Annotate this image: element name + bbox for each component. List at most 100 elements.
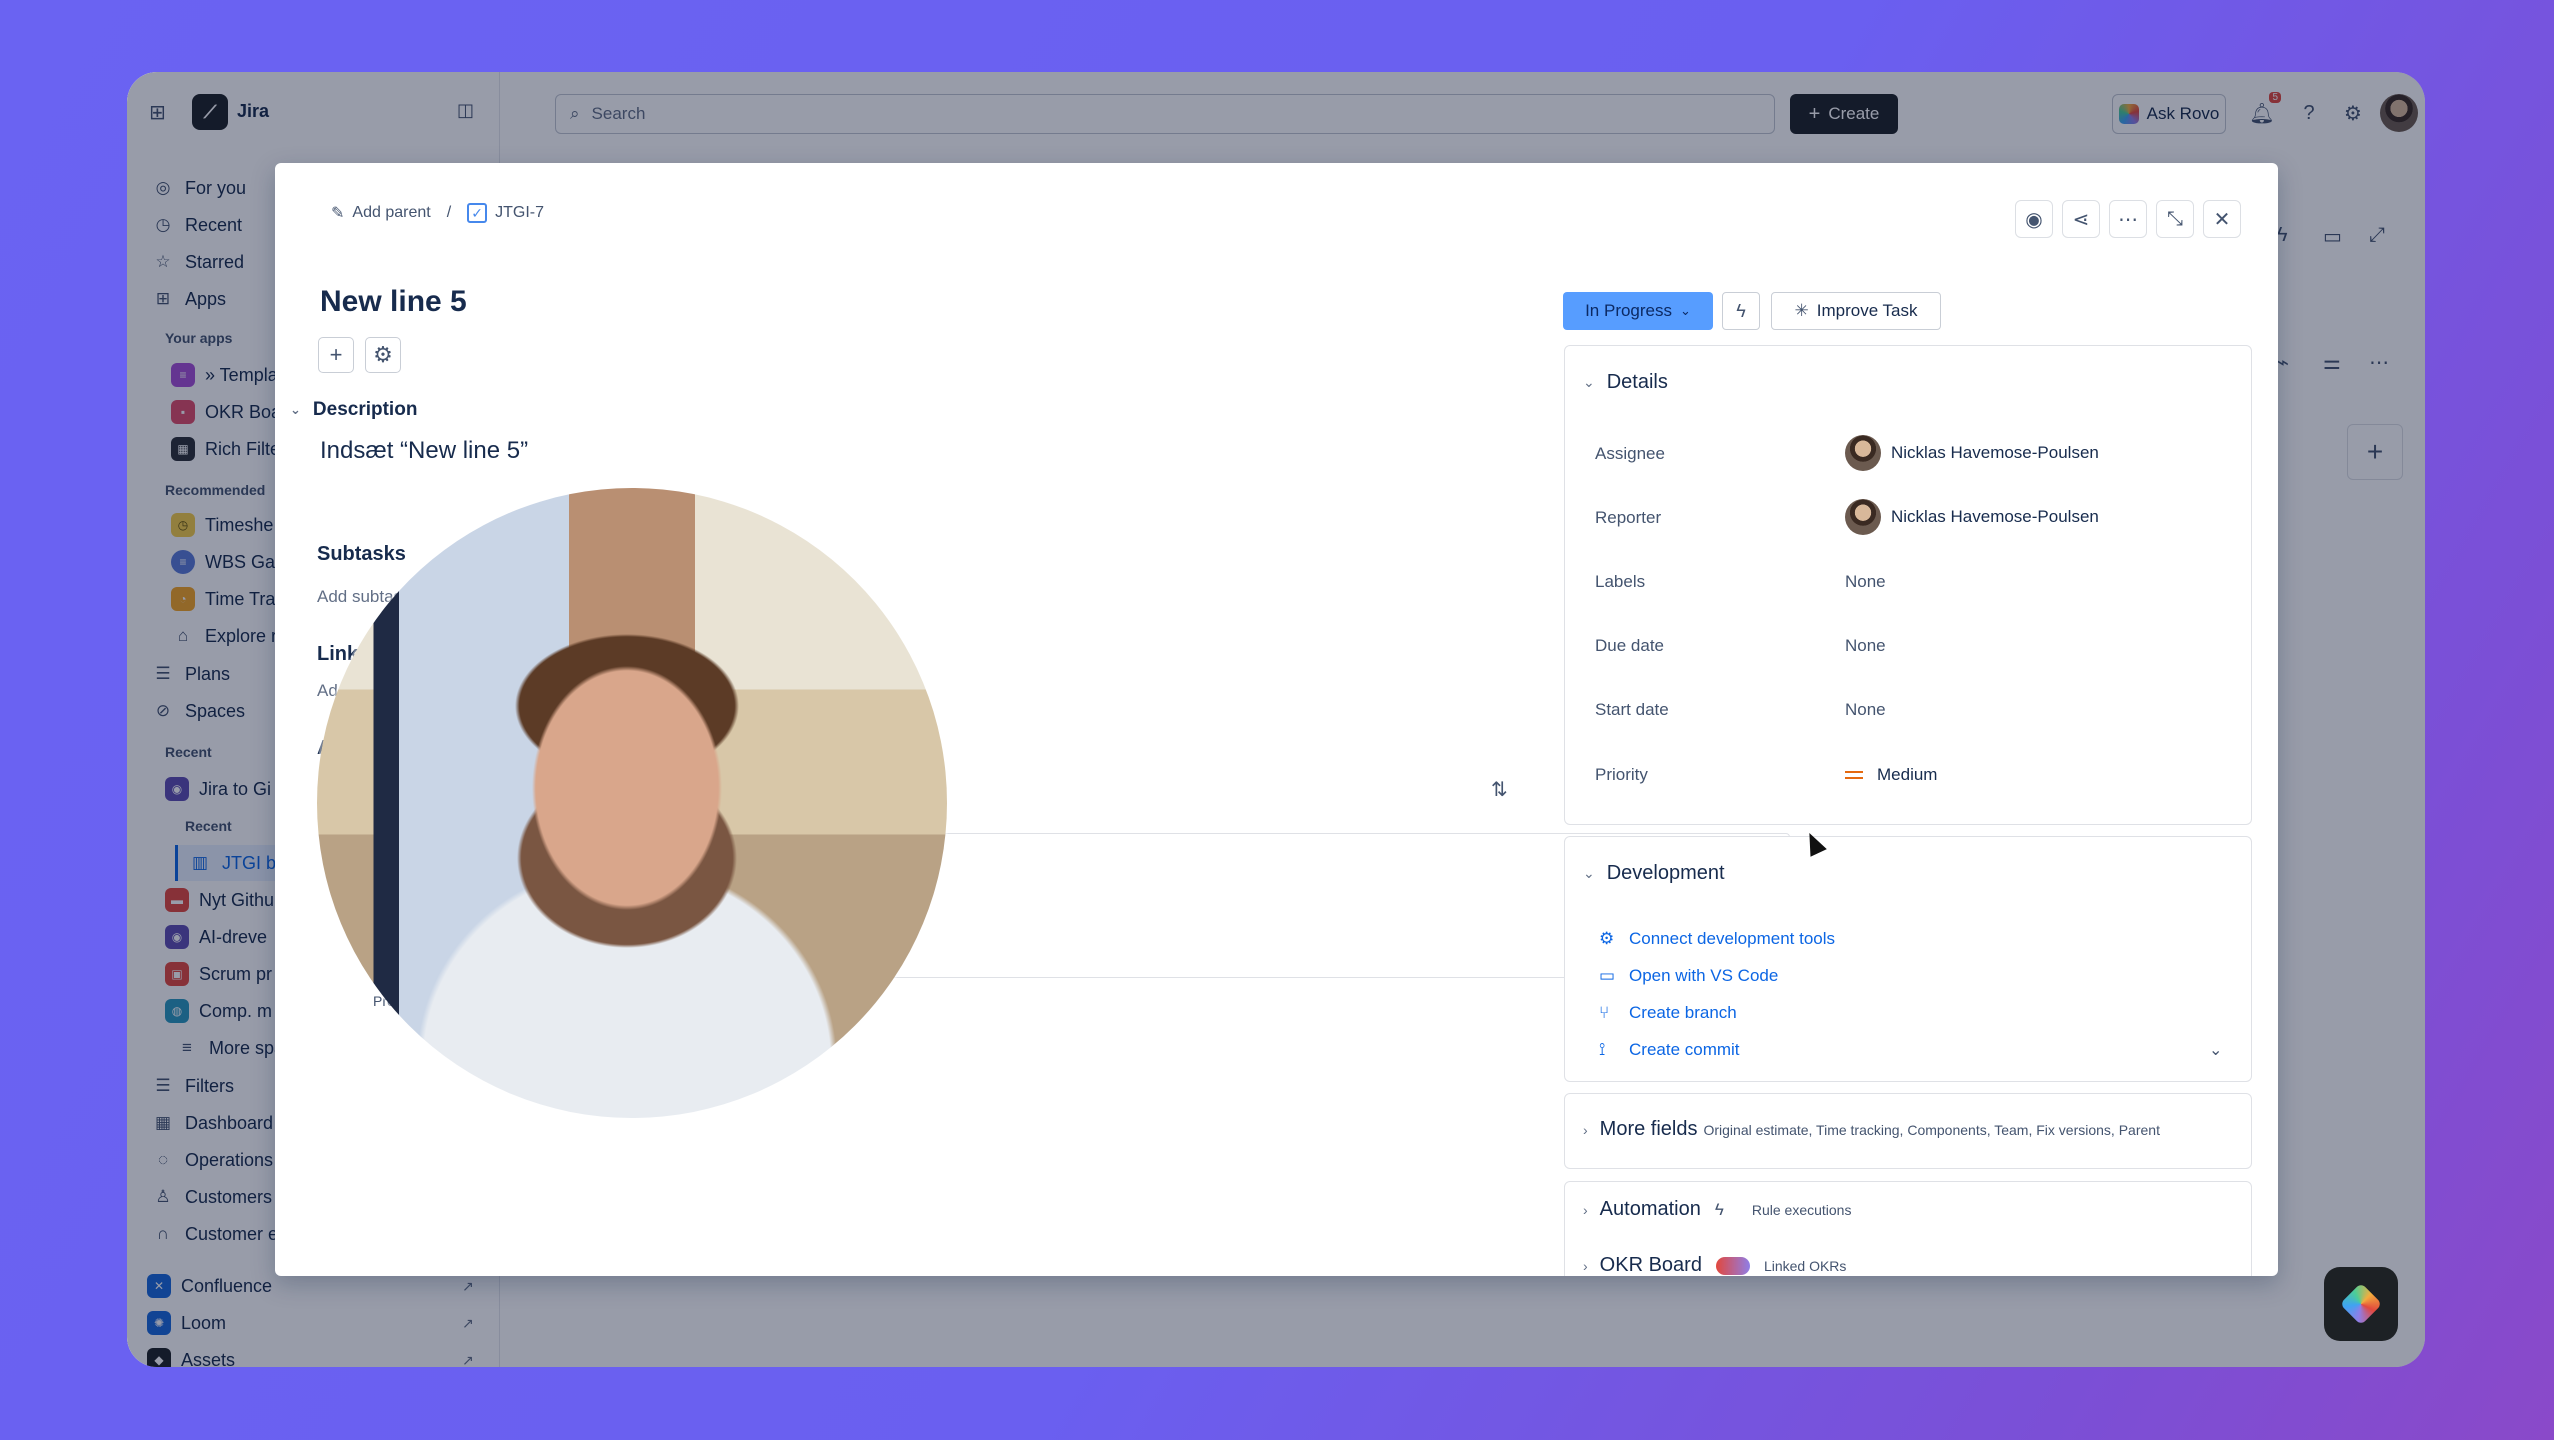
- due-date-value[interactable]: None: [1845, 636, 1886, 656]
- templates-app-icon: ≡: [171, 363, 195, 387]
- collapse-sidebar-icon[interactable]: ◫: [457, 100, 474, 121]
- share-icon[interactable]: ⋖: [2062, 200, 2100, 238]
- field-label-start-date: Start date: [1595, 700, 1669, 719]
- connect-dev-tools-link[interactable]: ⚙ Connect development tools: [1599, 929, 1835, 949]
- create-branch-link[interactable]: ⑂ Create branch: [1599, 1003, 1737, 1023]
- sidebar-item-operations[interactable]: ◌ Operations: [151, 1142, 273, 1178]
- watch-eye-icon[interactable]: ◉: [2015, 200, 2053, 238]
- external-link-icon[interactable]: ↗: [462, 1352, 474, 1367]
- your-apps-heading: Your apps: [165, 330, 233, 346]
- external-link-icon[interactable]: ↗: [462, 1278, 474, 1295]
- okr-app-icon: ▪: [171, 400, 195, 424]
- field-label-labels: Labels: [1595, 572, 1646, 591]
- space-avatar-icon: ◍: [165, 999, 189, 1023]
- add-parent-link[interactable]: ✎ Add parent: [331, 203, 431, 223]
- chevron-down-icon: ⌄: [1583, 374, 1595, 390]
- ask-rovo-button[interactable]: Ask Rovo: [2112, 94, 2226, 134]
- sidebar-space-ai[interactable]: ◉ AI-dreve: [165, 919, 267, 955]
- user-avatar[interactable]: [2380, 94, 2418, 132]
- details-heading[interactable]: ⌄ Details: [1583, 371, 1668, 394]
- issue-title[interactable]: New line 5: [320, 285, 467, 319]
- development-panel: ⌄ Development ⚙ Connect development tools …: [1564, 836, 2252, 1082]
- board-icon: ▥: [191, 853, 209, 872]
- add-icon[interactable]: +: [318, 337, 354, 373]
- app-switcher-icon[interactable]: ⊞: [149, 100, 166, 125]
- sidebar-more-spaces[interactable]: ≡ More spa: [175, 1030, 284, 1066]
- sort-icon[interactable]: ⇅: [1491, 777, 1508, 802]
- issue-key-link[interactable]: ✓ JTGI-7: [467, 203, 544, 223]
- field-label-due-date: Due date: [1595, 636, 1664, 655]
- recent-sub-heading: Recent: [185, 818, 232, 834]
- automation-panel: › Automation ϟ Rule executions › OKR Board Li…: [1564, 1181, 2252, 1276]
- sidebar-rec-explore[interactable]: ⌂ Explore r: [171, 618, 277, 654]
- sidebar-app-rich-filters[interactable]: ▦ Rich Filte: [171, 431, 280, 467]
- sidebar-item-spaces[interactable]: ⊘ Spaces: [151, 693, 245, 729]
- sidebar-product-loom[interactable]: ✺ Loom: [147, 1305, 226, 1341]
- sidebar-item-apps[interactable]: ⊞ Apps: [151, 281, 226, 317]
- sidebar-item-dashboards[interactable]: ▦ Dashboard: [151, 1105, 273, 1141]
- description-text[interactable]: Indsæt “New line 5”: [320, 437, 528, 465]
- sidebar-recent-space[interactable]: ◉ Jira to Gi: [165, 771, 271, 807]
- sidebar-item-starred[interactable]: ☆ Starred: [151, 244, 244, 280]
- external-link-icon[interactable]: ↗: [462, 1315, 474, 1332]
- sidebar-space-nyt[interactable]: ▬ Nyt Githu: [165, 882, 274, 918]
- sidebar-app-templates[interactable]: ≡» Templa: [171, 357, 278, 393]
- create-button[interactable]: + Create: [1790, 94, 1898, 134]
- time-tracking-app-icon: ◔: [171, 587, 195, 611]
- sidebar-rec-time-tracking[interactable]: ◔ Time Tra: [171, 581, 275, 617]
- sidebar-rec-timesheet[interactable]: ◷ Timeshe: [171, 507, 273, 543]
- sidebar-item-recent[interactable]: ◷ Recent: [151, 207, 242, 243]
- chevron-down-icon: ⌄: [290, 402, 301, 417]
- sidebar-space-comp[interactable]: ◍ Comp. m: [165, 993, 272, 1029]
- sidebar-item-plans[interactable]: ☰ Plans: [151, 656, 230, 692]
- chevron-right-icon: ›: [1583, 1121, 1588, 1138]
- more-actions-icon[interactable]: ⋯: [2109, 200, 2147, 238]
- sidebar-item-customers[interactable]: ♙ Customers: [151, 1179, 272, 1215]
- open-vscode-link[interactable]: ▭ Open with VS Code: [1599, 966, 1778, 986]
- dashboard-icon: ▦: [154, 1113, 172, 1132]
- reporter-value[interactable]: Nicklas Havemose-Poulsen: [1845, 499, 2099, 535]
- apps-icon: ⊞: [155, 289, 171, 308]
- sidebar-header: ⊞ ⟋ Jira ◫: [127, 72, 500, 152]
- notifications-icon[interactable]: 🔔︎ 5: [2249, 92, 2281, 126]
- priority-value[interactable]: Medium: [1845, 765, 1937, 785]
- sidebar-space-scrum[interactable]: ▣ Scrum pr: [165, 956, 272, 992]
- sidebar-rec-wbs[interactable]: ≡ WBS Gar: [171, 544, 281, 580]
- development-heading[interactable]: ⌄ Development: [1583, 862, 1725, 885]
- labels-value[interactable]: None: [1845, 572, 1886, 592]
- status-dropdown-button[interactable]: In Progress ⌄: [1563, 292, 1713, 330]
- okr-board-heading[interactable]: › OKR Board Linked OKRs: [1583, 1254, 1846, 1276]
- more-fields-panel[interactable]: › More fields Original estimate, Time trac…: [1564, 1093, 2252, 1169]
- sidebar-product-confluence[interactable]: ✕ Confluence: [147, 1268, 272, 1304]
- sidebar-item-filters[interactable]: ☰ Filters: [151, 1068, 234, 1104]
- settings-gear-icon[interactable]: ⚙: [2340, 100, 2366, 126]
- sidebar-product-assets[interactable]: ◆ Assets: [147, 1342, 235, 1367]
- minimize-icon[interactable]: ⤡: [2156, 200, 2194, 238]
- description-heading[interactable]: ⌄ Description: [290, 399, 417, 421]
- chevron-down-icon[interactable]: ⌄: [2209, 1040, 2222, 1060]
- rovo-chat-button[interactable]: [2324, 1267, 2398, 1341]
- assignee-value[interactable]: Nicklas Havemose-Poulsen: [1845, 435, 2099, 471]
- more-icon: ⋯: [2369, 352, 2389, 374]
- field-label-priority: Priority: [1595, 765, 1648, 784]
- sidebar-app-okr-board[interactable]: ▪ OKR Boa: [171, 394, 281, 430]
- apps-gear-icon[interactable]: ⚙: [365, 337, 401, 373]
- top-navigation: ⌕ Search + Create Ask Rovo 🔔︎ 5 ? ⚙: [500, 72, 2425, 152]
- improve-task-button[interactable]: ✳ Improve Task: [1771, 292, 1941, 330]
- search-input[interactable]: ⌕ Search: [555, 94, 1775, 134]
- help-icon[interactable]: ?: [2296, 100, 2322, 126]
- start-date-value[interactable]: None: [1845, 700, 1886, 720]
- webcam-overlay: [317, 488, 947, 1118]
- automation-bolt-button[interactable]: ϟ: [1722, 292, 1760, 330]
- star-icon: ☆: [155, 252, 171, 271]
- field-label-assignee: Assignee: [1595, 444, 1665, 463]
- sidebar-item-for-you[interactable]: ◎ For you: [151, 170, 246, 206]
- automation-heading[interactable]: › Automation ϟ Rule executions: [1583, 1198, 1851, 1221]
- create-commit-link[interactable]: ⟟ Create commit: [1599, 1040, 1740, 1060]
- search-icon: ⌕: [570, 104, 580, 123]
- close-icon[interactable]: ✕: [2203, 200, 2241, 238]
- sidebar-item-customer-service[interactable]: ∩ Customer e: [151, 1216, 278, 1252]
- jira-logo-icon[interactable]: ⟋: [192, 94, 228, 130]
- spaces-icon: ⊘: [155, 701, 171, 720]
- more-fields-heading: › More fields Original estimate, Time trac…: [1583, 1118, 2160, 1140]
